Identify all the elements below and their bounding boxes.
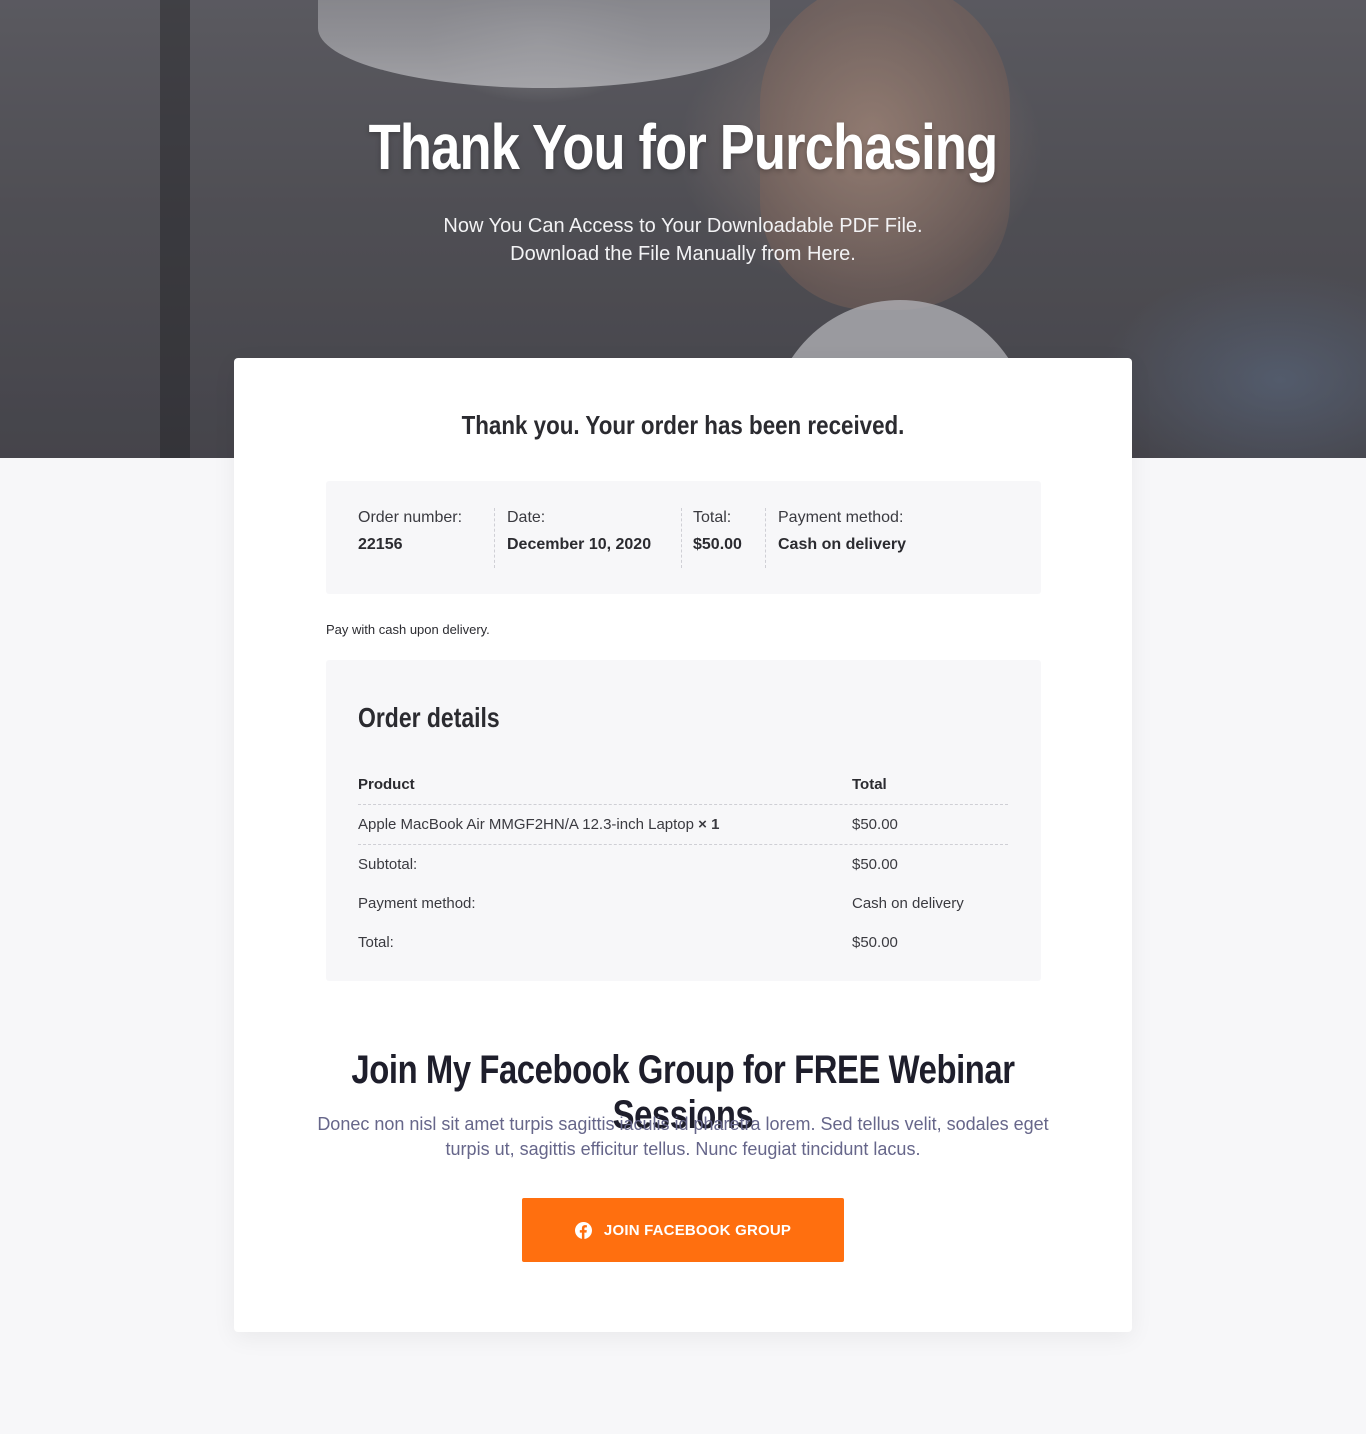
- order-item-total: $50.00: [852, 816, 898, 833]
- overview-divider: [765, 508, 766, 568]
- total-value: $50.00: [852, 934, 898, 951]
- order-details-title: Order details: [358, 702, 500, 733]
- overview-value: 22156: [358, 536, 403, 553]
- order-received-heading: Thank you. Your order has been received.: [461, 410, 905, 440]
- hero-subtitle: Now You Can Access to Your Downloadable …: [0, 212, 1366, 268]
- order-item-quantity: × 1: [698, 816, 720, 833]
- subtotal-value: $50.00: [852, 856, 898, 873]
- hero-subtitle-line2: Download the File Manually from Here.: [510, 243, 856, 265]
- order-overview: Order number: 22156 Date: December 10, 2…: [326, 481, 1041, 594]
- total-row: Total: $50.00: [358, 924, 1008, 962]
- payment-note: Pay with cash upon delivery.: [326, 622, 490, 637]
- overview-order-number: Order number: 22156: [358, 508, 462, 568]
- overview-value: $50.00: [693, 536, 742, 553]
- payment-method-label: Payment method:: [358, 895, 476, 912]
- column-header-product: Product: [358, 776, 415, 793]
- subtotal-label: Subtotal:: [358, 856, 418, 873]
- order-item-row: Apple MacBook Air MMGF2HN/A 12.3-inch La…: [358, 806, 1008, 845]
- subtotal-row: Subtotal: $50.00: [358, 846, 1008, 884]
- overview-label: Total:: [693, 509, 732, 526]
- order-details: Order details Product Total Apple MacBoo…: [326, 660, 1041, 981]
- join-facebook-group-button[interactable]: JOIN FACEBOOK GROUP: [522, 1198, 844, 1262]
- overview-label: Payment method:: [778, 509, 904, 526]
- column-header-total: Total: [852, 776, 887, 793]
- order-details-header-row: Product Total: [358, 766, 1008, 805]
- overview-total: Total: $50.00: [693, 508, 742, 568]
- payment-method-value: Cash on delivery: [852, 895, 964, 912]
- order-item-name: Apple MacBook Air MMGF2HN/A 12.3-inch La…: [358, 816, 694, 833]
- payment-method-row: Payment method: Cash on delivery: [358, 885, 1008, 923]
- hero-subtitle-line1: Now You Can Access to Your Downloadable …: [443, 215, 923, 237]
- facebook-icon: [574, 1221, 592, 1239]
- facebook-group-description: Donec non nisl sit amet turpis sagittis …: [317, 1114, 1049, 1159]
- order-card: Thank you. Your order has been received.…: [234, 358, 1132, 1332]
- overview-value: December 10, 2020: [507, 536, 652, 553]
- hero-title: Thank You for Purchasing: [368, 111, 998, 183]
- overview-date: Date: December 10, 2020: [507, 508, 651, 568]
- overview-label: Order number:: [358, 509, 463, 526]
- join-facebook-group-label: JOIN FACEBOOK GROUP: [603, 1221, 792, 1239]
- total-label: Total:: [358, 934, 394, 951]
- overview-payment-method: Payment method: Cash on delivery: [778, 508, 906, 568]
- overview-value: Cash on delivery: [778, 536, 907, 553]
- overview-divider: [494, 508, 495, 568]
- overview-label: Date:: [507, 509, 546, 526]
- overview-divider: [681, 508, 682, 568]
- order-item-product: Apple MacBook Air MMGF2HN/A 12.3-inch La…: [358, 816, 719, 833]
